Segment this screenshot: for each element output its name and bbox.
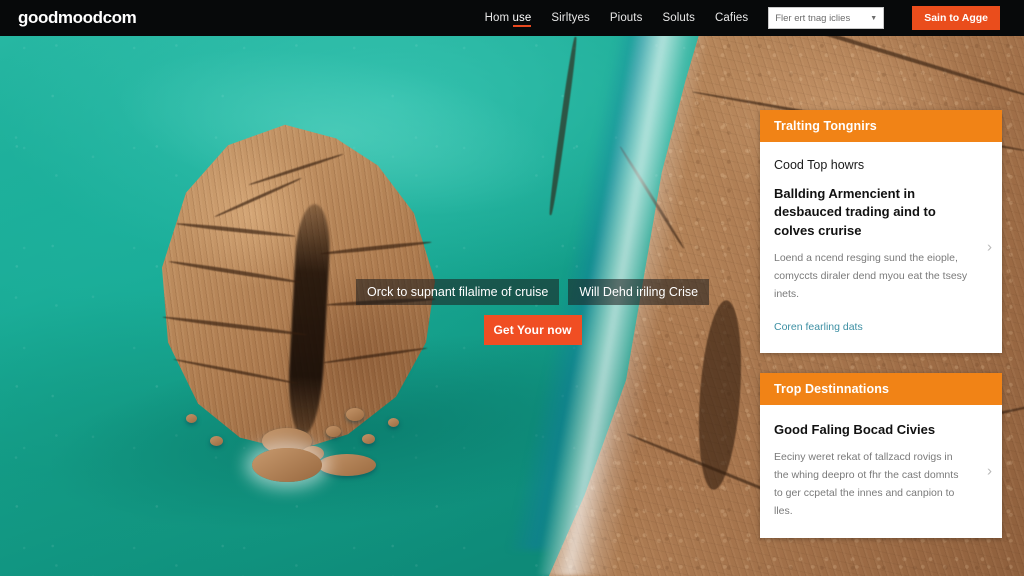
main-nav: Hom use Sirltyes Piouts Soluts Cafies Fl… — [485, 6, 1024, 30]
boulder — [210, 436, 223, 446]
card-destinations: Trop Destinnations Good Faling Bocad Civ… — [760, 372, 1002, 539]
nav-item-home-label: Hom — [484, 12, 513, 24]
hero-headline-primary: Orck to supnant filalime of cruise — [356, 279, 560, 306]
page-root: goodmoodcom Hom use Sirltyes Piouts Solu… — [0, 0, 1024, 576]
nav-item-home[interactable]: Hom use — [484, 12, 532, 27]
boulder — [186, 414, 197, 423]
boulder — [388, 418, 399, 427]
hero-text-row: Orck to supnant filalime of cruise Will … — [356, 279, 710, 306]
site-logo[interactable]: goodmoodcom — [18, 8, 137, 28]
nav-item-home-highlight: use — [512, 12, 532, 27]
card-trending-text: Loend a ncend resging sund the eiople, c… — [774, 252, 968, 301]
card-trending-kicker: Cood Top howrs — [774, 158, 865, 172]
sidebar-cards: Tralting Tongnirs Cood Top howrs Balldin… — [760, 110, 1002, 558]
nav-dropdown-select[interactable]: Fler ert tnag iclies ▼ — [768, 7, 885, 29]
card-destinations-title[interactable]: Good Faling Bocad Civies — [774, 421, 988, 439]
nav-dropdown-value: Fler ert tnag iclies — [775, 12, 851, 24]
card-destinations-text: Eeciny weret rekat of tallzacd rovigs in… — [774, 450, 959, 518]
hero-overlay: Orck to supnant filalime of cruise Will … — [356, 279, 710, 346]
card-trending: Tralting Tongnirs Cood Top howrs Balldin… — [760, 110, 1002, 353]
offshore-rock — [252, 448, 322, 482]
nav-item-2[interactable]: Sirltyes — [551, 12, 590, 24]
card-trending-title[interactable]: Ballding Armencient in desbauced trading… — [774, 185, 988, 240]
chevron-right-icon[interactable]: › — [987, 240, 992, 255]
boulder — [362, 434, 375, 444]
nav-item-5[interactable]: Cafies — [715, 12, 748, 24]
boulder — [326, 426, 341, 437]
chevron-right-icon[interactable]: › — [987, 464, 992, 479]
card-destinations-header: Trop Destinnations — [760, 372, 1002, 405]
card-destinations-body: Good Faling Bocad Civies Eeciny weret re… — [760, 405, 1002, 539]
chevron-down-icon: ▼ — [870, 14, 878, 22]
nav-item-3[interactable]: Piouts — [610, 12, 643, 24]
top-navigation-bar: goodmoodcom Hom use Sirltyes Piouts Solu… — [0, 0, 1024, 36]
boulder — [346, 408, 364, 421]
nav-item-4[interactable]: Soluts — [662, 12, 695, 24]
card-trending-link[interactable]: Coren fearling dats — [774, 321, 863, 333]
nav-cta-button[interactable]: Sain to Agge — [912, 6, 1000, 30]
hero-button-row: Get Your now — [356, 305, 709, 346]
hero-cta-button[interactable]: Get Your now — [483, 315, 582, 346]
boulder — [318, 454, 376, 476]
card-trending-header: Tralting Tongnirs — [760, 110, 1002, 142]
hero-headline-secondary: Will Dehd iriling Crise — [568, 279, 710, 306]
card-trending-body: Cood Top howrs Ballding Armencient in de… — [760, 142, 1002, 353]
